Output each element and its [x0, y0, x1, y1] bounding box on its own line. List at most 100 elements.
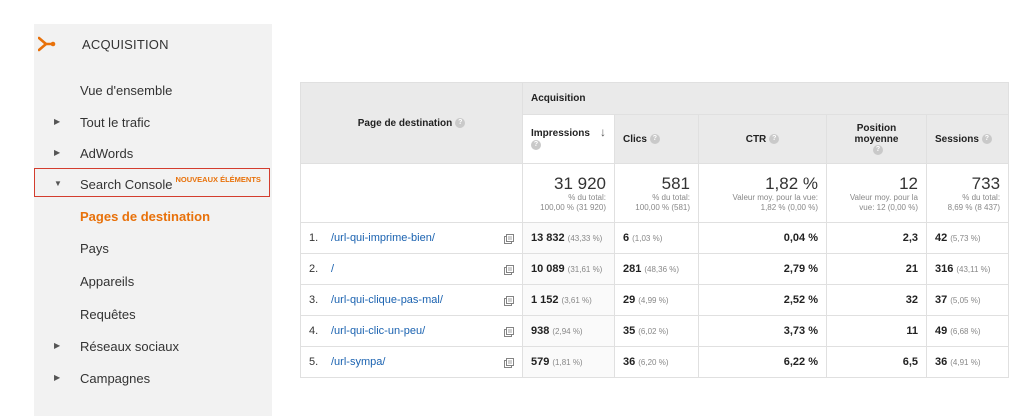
sidebar-item-landing-pages[interactable]: Pages de destination	[34, 202, 272, 232]
report-table-container: Page de destination? Acquisition Impress…	[300, 81, 1010, 378]
sessions-cell: 49 (6,68 %)	[925, 315, 1010, 347]
page-cell: 4. /url-qui-clic-un-peu/	[300, 315, 523, 347]
sidebar-item-overview[interactable]: Vue d'ensemble	[34, 76, 272, 106]
clicks-value: 36	[623, 356, 636, 368]
sidebar-item-devices[interactable]: Appareils	[34, 267, 272, 297]
acquisition-title: ACQUISITION	[82, 37, 169, 52]
clicks-percent: (48,36 %)	[644, 265, 680, 274]
sidebar-item-label: Campagnes	[80, 371, 151, 386]
impressions-cell: 1 152 (3,61 %)	[522, 284, 615, 316]
page-link[interactable]: /url-qui-clic-un-peu/	[331, 325, 425, 337]
sidebar-item-label: Appareils	[80, 274, 135, 289]
ctr-cell: 0,04 %	[698, 222, 827, 254]
summary-caption: 8,69 % (8 437)	[947, 202, 1001, 212]
sidebar-item-campaigns[interactable]: ▶ Campagnes	[34, 364, 272, 394]
column-label: Sessions	[935, 133, 979, 145]
table-row: 5./url-sympa/579 (1,81 %) 36 (6,20 %) 6,22 %…	[300, 346, 1010, 378]
impressions-value: 10 089	[531, 263, 565, 275]
open-page-icon[interactable]	[504, 296, 514, 306]
sidebar-item-social[interactable]: ▶ Réseaux sociaux	[34, 332, 272, 362]
page-link[interactable]: /	[331, 263, 334, 275]
impressions-value: 13 832	[531, 232, 565, 244]
ctr-value: 3,73 %	[783, 325, 818, 337]
sidebar-item-all-traffic[interactable]: ▶ Tout le trafic	[34, 108, 272, 138]
table-row: 1./url-qui-imprime-bien/13 832 (43,33 %) 6…	[300, 222, 1010, 254]
open-page-icon[interactable]	[504, 265, 514, 275]
position-cell: 11	[826, 315, 927, 347]
sidebar: ACQUISITION Vue d'ensemble ▶ Tout le tra…	[34, 24, 272, 416]
clicks-cell: 6 (1,03 %)	[614, 222, 699, 254]
expand-arrow-icon: ▶	[54, 148, 61, 157]
open-page-icon[interactable]	[504, 358, 514, 368]
column-header-sessions[interactable]: Sessions?	[925, 114, 1010, 164]
help-icon[interactable]: ?	[455, 117, 466, 128]
clicks-cell: 281 (48,36 %)	[614, 253, 699, 285]
position-cell: 32	[826, 284, 927, 316]
help-icon[interactable]: ?	[873, 145, 883, 156]
impressions-cell: 13 832 (43,33 %)	[522, 222, 615, 254]
page-link[interactable]: /url-sympa/	[331, 356, 385, 368]
sidebar-item-countries[interactable]: Pays	[34, 234, 272, 264]
sessions-value: 316	[935, 263, 954, 275]
summary-row: 31 920% du total: 100,00 % (31 920) 581% …	[300, 163, 1010, 223]
sessions-percent: (43,11 %)	[956, 265, 991, 274]
summary-position: 12 Valeur moy. pour la vue: 12 (0,00 %)	[826, 163, 927, 223]
page-link[interactable]: /url-qui-clique-pas-mal/	[331, 294, 443, 306]
help-icon[interactable]: ?	[981, 134, 992, 145]
acquisition-header[interactable]: ACQUISITION	[34, 24, 272, 64]
summary-caption: vue: 12 (0,00 %)	[859, 202, 918, 212]
summary-ctr: 1,82 % Valeur moy. pour la vue: 1,82 % (0,…	[698, 163, 827, 223]
row-rank: 1.	[309, 232, 319, 244]
ctr-cell: 2,52 %	[698, 284, 827, 316]
clicks-percent: (4,99 %)	[638, 296, 669, 305]
open-page-icon[interactable]	[504, 327, 514, 337]
group-header-label: Acquisition	[531, 93, 586, 105]
sidebar-item-label: Requêtes	[80, 307, 136, 322]
ctr-value: 0,04 %	[783, 232, 818, 244]
page-cell: 2. /	[300, 253, 523, 285]
summary-caption: Valeur moy. pour la vue:	[732, 192, 818, 202]
help-icon[interactable]: ?	[769, 134, 780, 145]
position-value: 11	[906, 325, 918, 337]
sidebar-item-label: Pages de destination	[80, 209, 211, 224]
sidebar-item-adwords[interactable]: ▶ AdWords	[34, 139, 272, 169]
sidebar-item-label: AdWords	[80, 146, 134, 161]
dimension-header-label: Page de destination	[357, 117, 453, 129]
summary-caption: % du total:	[652, 192, 690, 202]
clicks-value: 6	[623, 232, 630, 244]
column-header-ctr[interactable]: CTR?	[698, 114, 827, 164]
clicks-value: 281	[623, 263, 642, 275]
summary-caption: 100,00 % (581)	[635, 202, 690, 212]
sidebar-item-queries[interactable]: Requêtes	[34, 300, 272, 330]
clicks-value: 35	[623, 325, 636, 337]
impressions-cell: 10 089 (31,61 %)	[522, 253, 615, 285]
help-icon[interactable]: ?	[649, 134, 660, 145]
clicks-cell: 36 (6,20 %)	[614, 346, 699, 378]
expand-arrow-icon: ▶	[54, 117, 61, 126]
sessions-value: 42	[935, 232, 948, 244]
help-icon[interactable]: ?	[531, 139, 541, 150]
open-page-icon[interactable]	[504, 234, 514, 244]
sessions-cell: 316 (43,11 %)	[925, 253, 1010, 285]
dimension-header[interactable]: Page de destination?	[300, 82, 523, 164]
table-row: 2./10 089 (31,61 %) 281 (48,36 %) 2,79 % 21 31…	[300, 253, 1010, 285]
column-header-position[interactable]: Position moyenne?	[826, 114, 927, 164]
impressions-percent: (2,94 %)	[552, 327, 583, 336]
search-console-highlight-box	[34, 168, 270, 197]
sessions-cell: 37 (5,05 %)	[925, 284, 1010, 316]
row-rank: 3.	[309, 294, 319, 306]
page-link[interactable]: /url-qui-imprime-bien/	[331, 232, 435, 244]
ctr-cell: 6,22 %	[698, 346, 827, 378]
summary-impressions: 31 920% du total: 100,00 % (31 920)	[522, 163, 615, 223]
sessions-value: 37	[935, 294, 948, 306]
sessions-cell: 36 (4,91 %)	[925, 346, 1010, 378]
acquisition-icon	[38, 36, 56, 52]
impressions-cell: 938 (2,94 %)	[522, 315, 615, 347]
column-header-clicks[interactable]: Clics?	[614, 114, 699, 164]
report-table: Page de destination? Acquisition Impress…	[300, 81, 1010, 378]
sidebar-item-label: Tout le trafic	[80, 115, 151, 130]
sort-descending-icon[interactable]: ↓	[600, 125, 606, 139]
summary-value: 581	[661, 173, 690, 193]
sessions-percent: (6,68 %)	[950, 327, 981, 336]
column-header-impressions[interactable]: Impressions? ↓	[522, 114, 615, 164]
